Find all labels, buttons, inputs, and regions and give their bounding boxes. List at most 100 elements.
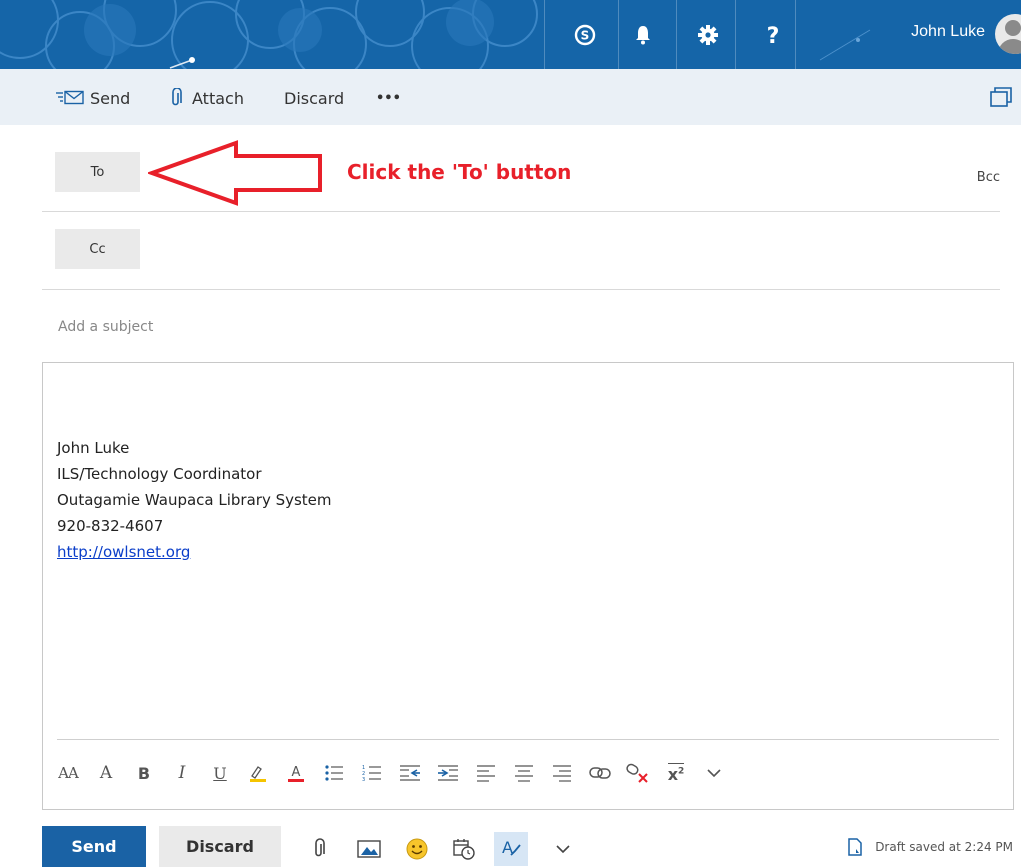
send-command-label: Send — [90, 88, 131, 108]
skype-button[interactable]: S — [563, 0, 607, 69]
send-mail-icon — [56, 90, 84, 105]
discard-button[interactable]: Discard — [159, 826, 281, 867]
bullet-list-icon — [325, 765, 343, 781]
paperclip-icon — [315, 838, 325, 857]
numbered-list-icon: 123 — [362, 765, 381, 782]
signature-title: ILS/Technology Coordinator — [57, 465, 262, 483]
signature-phone: 920-832-4607 — [57, 517, 164, 535]
settings-button[interactable] — [686, 0, 730, 69]
popout-icon — [990, 87, 1012, 107]
emoji-icon — [406, 838, 428, 860]
outdent-icon — [400, 765, 420, 781]
user-name[interactable]: John Luke — [911, 23, 985, 41]
skype-icon: S — [574, 24, 596, 45]
send-command[interactable]: Send — [56, 87, 130, 109]
popout-button[interactable] — [987, 86, 1013, 112]
subject-input[interactable]: Add a subject — [58, 319, 958, 339]
avatar[interactable] — [995, 14, 1021, 54]
remove-link-button[interactable] — [619, 753, 657, 793]
paperclip-icon — [172, 88, 182, 106]
superscript-icon: x2 — [667, 762, 685, 784]
increase-indent-button[interactable] — [429, 753, 467, 793]
help-icon: ? — [767, 24, 780, 47]
align-left-button[interactable] — [467, 753, 505, 793]
divider — [57, 739, 999, 740]
to-button[interactable]: To — [55, 152, 140, 192]
font-size-button[interactable]: AA — [49, 753, 87, 793]
superscript-button[interactable]: x2 — [657, 753, 695, 793]
signature: John Luke ILS/Technology Coordinator Out… — [57, 435, 332, 565]
header-separator — [544, 0, 545, 69]
divider — [42, 289, 1000, 290]
align-right-icon — [553, 765, 571, 782]
highlight-button[interactable] — [239, 753, 277, 793]
calendar-button[interactable] — [447, 832, 481, 866]
align-right-button[interactable] — [543, 753, 581, 793]
header-separator — [795, 0, 796, 69]
align-left-icon — [477, 765, 495, 782]
decrease-indent-button[interactable] — [391, 753, 429, 793]
spelling-button[interactable]: A — [494, 832, 528, 866]
svg-text:3: 3 — [362, 777, 365, 782]
underline-icon: U — [213, 763, 227, 783]
discard-command[interactable]: Discard — [284, 87, 344, 109]
grow-font-icon: A — [99, 763, 113, 783]
chevron-down-icon — [707, 769, 721, 778]
align-center-icon — [515, 765, 533, 782]
bullets-button[interactable] — [315, 753, 353, 793]
more-options-button[interactable] — [546, 832, 580, 866]
more-formatting-button[interactable] — [695, 753, 733, 793]
font-color-icon: A — [288, 765, 304, 782]
bold-icon: B — [137, 763, 151, 783]
command-bar: Send Attach Discard ••• — [0, 69, 1021, 125]
notifications-button[interactable] — [621, 0, 665, 69]
attach-command[interactable]: Attach — [170, 87, 244, 109]
more-commands-button[interactable]: ••• — [376, 87, 401, 109]
svg-text:S: S — [581, 28, 590, 42]
header-separator — [618, 0, 619, 69]
font-color-button[interactable]: A — [277, 753, 315, 793]
italic-icon: I — [178, 763, 186, 783]
unlink-icon — [626, 763, 648, 783]
annotation-text: Click the 'To' button — [347, 160, 572, 184]
link-icon — [589, 767, 611, 779]
underline-button[interactable]: U — [201, 753, 239, 793]
insert-picture-button[interactable] — [352, 832, 386, 866]
bcc-button[interactable]: Bcc — [977, 170, 1000, 185]
italic-button[interactable]: I — [163, 753, 201, 793]
insert-link-button[interactable] — [581, 753, 619, 793]
font-size-icon: AA — [58, 764, 79, 782]
signature-link[interactable]: http://owlsnet.org — [57, 543, 190, 561]
signature-org: Outagamie Waupaca Library System — [57, 491, 332, 509]
spelling-icon: A — [502, 838, 521, 857]
calendar-clock-icon — [453, 839, 475, 860]
send-button[interactable]: Send — [42, 826, 146, 867]
draft-status-text: Draft saved at 2:24 PM — [875, 840, 1013, 854]
indent-icon — [438, 765, 458, 781]
message-body[interactable]: John Luke ILS/Technology Coordinator Out… — [42, 362, 1014, 810]
divider — [42, 211, 1000, 212]
numbering-button[interactable]: 123 — [353, 753, 391, 793]
signature-name: John Luke — [57, 439, 130, 457]
picture-icon — [357, 840, 381, 858]
document-saved-icon — [848, 838, 862, 856]
grow-font-button[interactable]: A — [87, 753, 125, 793]
attach-command-label: Attach — [192, 88, 244, 108]
annotation-arrow — [146, 140, 326, 210]
bold-button[interactable]: B — [125, 753, 163, 793]
chevron-down-icon — [556, 845, 570, 854]
highlight-icon — [250, 766, 266, 782]
gear-icon — [698, 24, 718, 45]
bell-icon — [636, 25, 650, 44]
cc-button[interactable]: Cc — [55, 229, 140, 269]
draft-status: Draft saved at 2:24 PM — [847, 838, 1013, 856]
align-center-button[interactable] — [505, 753, 543, 793]
header-separator — [735, 0, 736, 69]
header-pattern — [0, 0, 1021, 69]
insert-emoji-button[interactable] — [400, 832, 434, 866]
attach-button[interactable] — [302, 832, 336, 866]
header-separator — [676, 0, 677, 69]
left-arrow-icon — [146, 140, 322, 206]
more-icon: ••• — [376, 90, 401, 106]
help-button[interactable]: ? — [751, 0, 795, 69]
